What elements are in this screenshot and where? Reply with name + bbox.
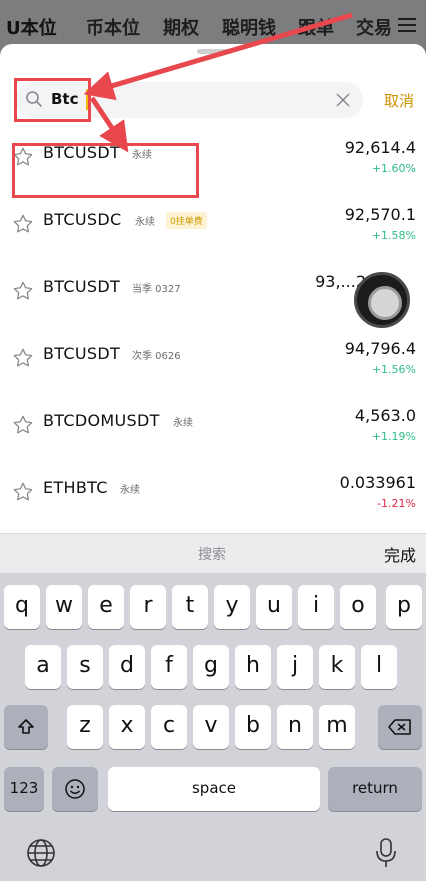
numbers-key[interactable]: 123	[4, 767, 44, 811]
key-k[interactable]: k	[319, 645, 355, 689]
tab-trade: 交易	[356, 18, 392, 39]
price-change: +1.58%	[371, 229, 416, 242]
key-s[interactable]: s	[67, 645, 103, 689]
clear-icon[interactable]	[335, 92, 351, 108]
key-o[interactable]: o	[340, 585, 376, 629]
symbol-name: BTCUSDT	[43, 277, 121, 296]
backspace-icon	[388, 719, 411, 735]
key-x[interactable]: x	[109, 705, 145, 749]
last-price: 92,614.4	[344, 138, 416, 157]
search-icon	[26, 91, 42, 107]
favorite-star-icon[interactable]	[12, 146, 34, 168]
contract-type-tag: 永续	[132, 150, 152, 161]
keyboard-toolbar: 搜索 完成	[0, 533, 426, 573]
key-y[interactable]: y	[214, 585, 250, 629]
assistive-touch-button[interactable]	[354, 272, 410, 328]
tab-options: 期权	[163, 18, 199, 39]
result-row[interactable]: BTCDOMUSDT 永续 4,563.0 +1.19%	[0, 404, 426, 471]
symbol-name: BTCUSDT	[43, 344, 121, 363]
search-input-value[interactable]: Btc	[51, 90, 79, 108]
search-input[interactable]: Btc	[15, 82, 363, 118]
key-b[interactable]: b	[235, 705, 271, 749]
favorite-star-icon[interactable]	[12, 414, 34, 436]
key-r[interactable]: r	[130, 585, 166, 629]
favorite-star-icon[interactable]	[12, 347, 34, 369]
tab-coin-margined: 币本位	[86, 18, 140, 39]
zero-maker-fee-badge: 0挂单费	[166, 212, 207, 229]
contract-type-tag: 永续	[135, 217, 155, 228]
return-key[interactable]: return	[328, 767, 422, 811]
keyboard: q w e r t y u i o p a s d f g h j k l z …	[0, 573, 426, 881]
tab-smart-money: 聪明钱	[222, 18, 276, 39]
key-n[interactable]: n	[277, 705, 313, 749]
last-price: 4,563.0	[354, 406, 416, 425]
symbol-name: BTCUSDC	[43, 210, 122, 229]
result-row[interactable]: BTCUSDT 永续 92,614.4 +1.60%	[0, 136, 426, 203]
result-row[interactable]: ETHBTC 永续 0.033961 -1.21%	[0, 471, 426, 536]
tab-copy-trading: 跟单	[298, 18, 334, 39]
key-j[interactable]: j	[277, 645, 313, 689]
key-t[interactable]: t	[172, 585, 208, 629]
symbol-name: BTCUSDT	[43, 143, 121, 162]
price-change: +1.19%	[371, 430, 416, 443]
key-g[interactable]: g	[193, 645, 229, 689]
result-row[interactable]: BTCUSDT 次季 0626 94,796.4 +1.56%	[0, 337, 426, 404]
key-m[interactable]: m	[319, 705, 355, 749]
key-l[interactable]: l	[361, 645, 397, 689]
key-c[interactable]: c	[151, 705, 187, 749]
contract-type-tag: 当季 0327	[132, 284, 181, 295]
key-a[interactable]: a	[25, 645, 61, 689]
contract-type-tag: 永续	[120, 485, 140, 496]
key-z[interactable]: z	[67, 705, 103, 749]
menu-icon	[398, 18, 416, 33]
last-price: 92,570.1	[344, 205, 416, 224]
price-change: +1.56%	[371, 363, 416, 376]
emoji-icon	[65, 779, 85, 799]
last-price: 0.033961	[339, 473, 416, 492]
favorite-star-icon[interactable]	[12, 280, 34, 302]
key-d[interactable]: d	[109, 645, 145, 689]
globe-icon[interactable]	[25, 837, 57, 869]
space-key[interactable]: space	[108, 767, 320, 811]
contract-type-tag: 次季 0626	[132, 351, 181, 362]
key-h[interactable]: h	[235, 645, 271, 689]
key-i[interactable]: i	[298, 585, 334, 629]
tab-u-margined: U本位	[6, 18, 57, 39]
result-row[interactable]: BTCUSDC 永续 0挂单费 92,570.1 +1.58%	[0, 203, 426, 270]
done-button[interactable]: 完成	[384, 542, 416, 566]
microphone-icon[interactable]	[375, 837, 397, 869]
cancel-button[interactable]: 取消	[384, 90, 414, 111]
favorite-star-icon[interactable]	[12, 213, 34, 235]
emoji-key[interactable]	[52, 767, 98, 811]
contract-type-tag: 永续	[173, 418, 193, 429]
key-p[interactable]: p	[386, 585, 422, 629]
shift-key[interactable]	[4, 705, 48, 749]
key-u[interactable]: u	[256, 585, 292, 629]
price-change: +1.60%	[371, 162, 416, 175]
key-v[interactable]: v	[193, 705, 229, 749]
key-w[interactable]: w	[46, 585, 82, 629]
text-cursor	[86, 89, 88, 110]
key-e[interactable]: e	[88, 585, 124, 629]
symbol-name: ETHBTC	[43, 478, 108, 497]
favorite-star-icon[interactable]	[12, 481, 34, 503]
delete-key[interactable]	[378, 705, 422, 749]
key-f[interactable]: f	[151, 645, 187, 689]
last-price: 94,796.4	[344, 339, 416, 358]
price-change: -1.21%	[377, 497, 416, 510]
key-q[interactable]: q	[4, 585, 40, 629]
shift-icon	[18, 719, 34, 734]
keyboard-search-label: 搜索	[198, 547, 226, 563]
symbol-name: BTCDOMUSDT	[43, 411, 160, 430]
sheet-grabber[interactable]	[197, 49, 233, 54]
